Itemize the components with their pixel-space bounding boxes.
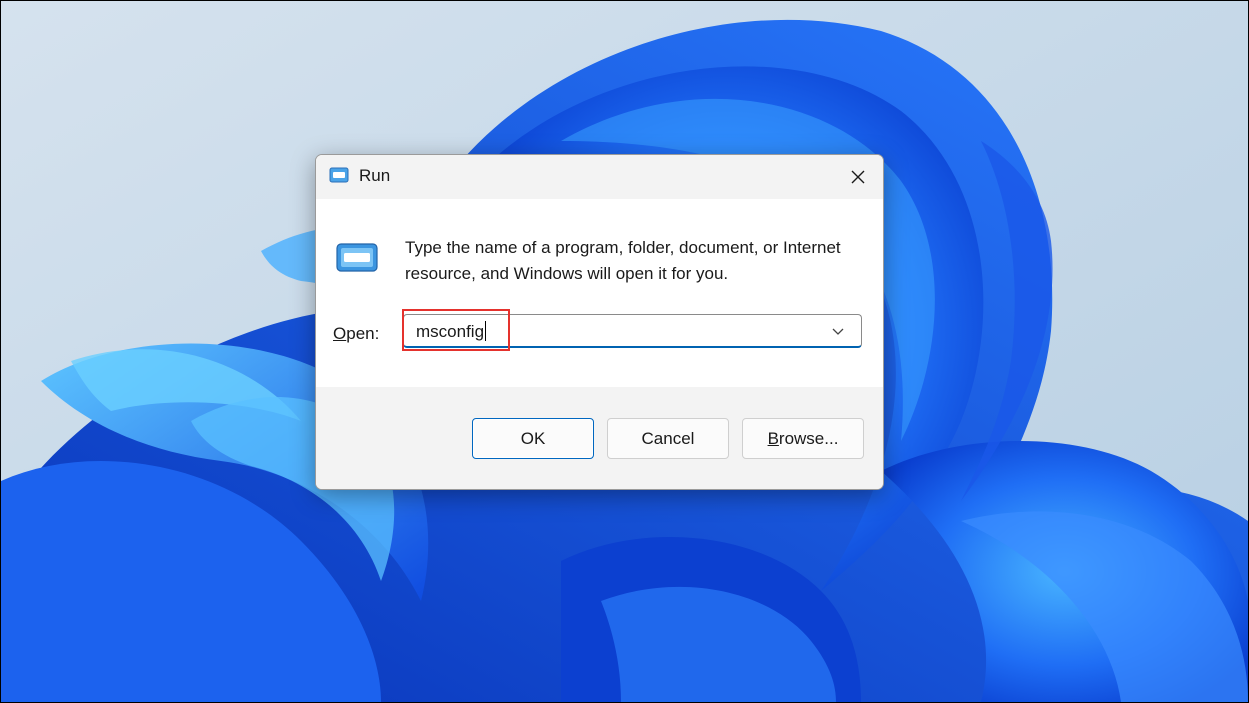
open-input[interactable]: msconfig bbox=[416, 321, 487, 343]
text-caret bbox=[485, 321, 487, 341]
close-icon bbox=[851, 170, 865, 184]
chevron-down-icon[interactable] bbox=[830, 324, 846, 338]
dialog-body: Type the name of a program, folder, docu… bbox=[316, 199, 883, 387]
open-input-value: msconfig bbox=[416, 322, 485, 341]
run-app-icon bbox=[336, 243, 378, 272]
close-button[interactable] bbox=[838, 161, 878, 193]
open-combobox[interactable]: msconfig bbox=[403, 314, 862, 348]
browse-label: rowse... bbox=[778, 428, 839, 448]
desktop: Run Type the name of a program, folder, … bbox=[0, 0, 1249, 703]
dialog-description: Type the name of a program, folder, docu… bbox=[405, 238, 841, 283]
run-dialog: Run Type the name of a program, folder, … bbox=[315, 154, 884, 490]
cancel-button[interactable]: Cancel bbox=[607, 418, 729, 459]
browse-button[interactable]: Browse... bbox=[742, 418, 864, 459]
ok-button[interactable]: OK bbox=[472, 418, 594, 459]
title-bar[interactable]: Run bbox=[316, 155, 883, 199]
run-app-icon bbox=[329, 167, 349, 183]
browse-accelerator: B bbox=[767, 428, 779, 448]
open-label-accelerator: O bbox=[333, 324, 347, 343]
open-label-text: pen: bbox=[346, 324, 380, 343]
open-label: Open: bbox=[333, 323, 379, 345]
dialog-title: Run bbox=[359, 166, 391, 185]
button-bar: OK Cancel Browse... bbox=[316, 387, 883, 489]
